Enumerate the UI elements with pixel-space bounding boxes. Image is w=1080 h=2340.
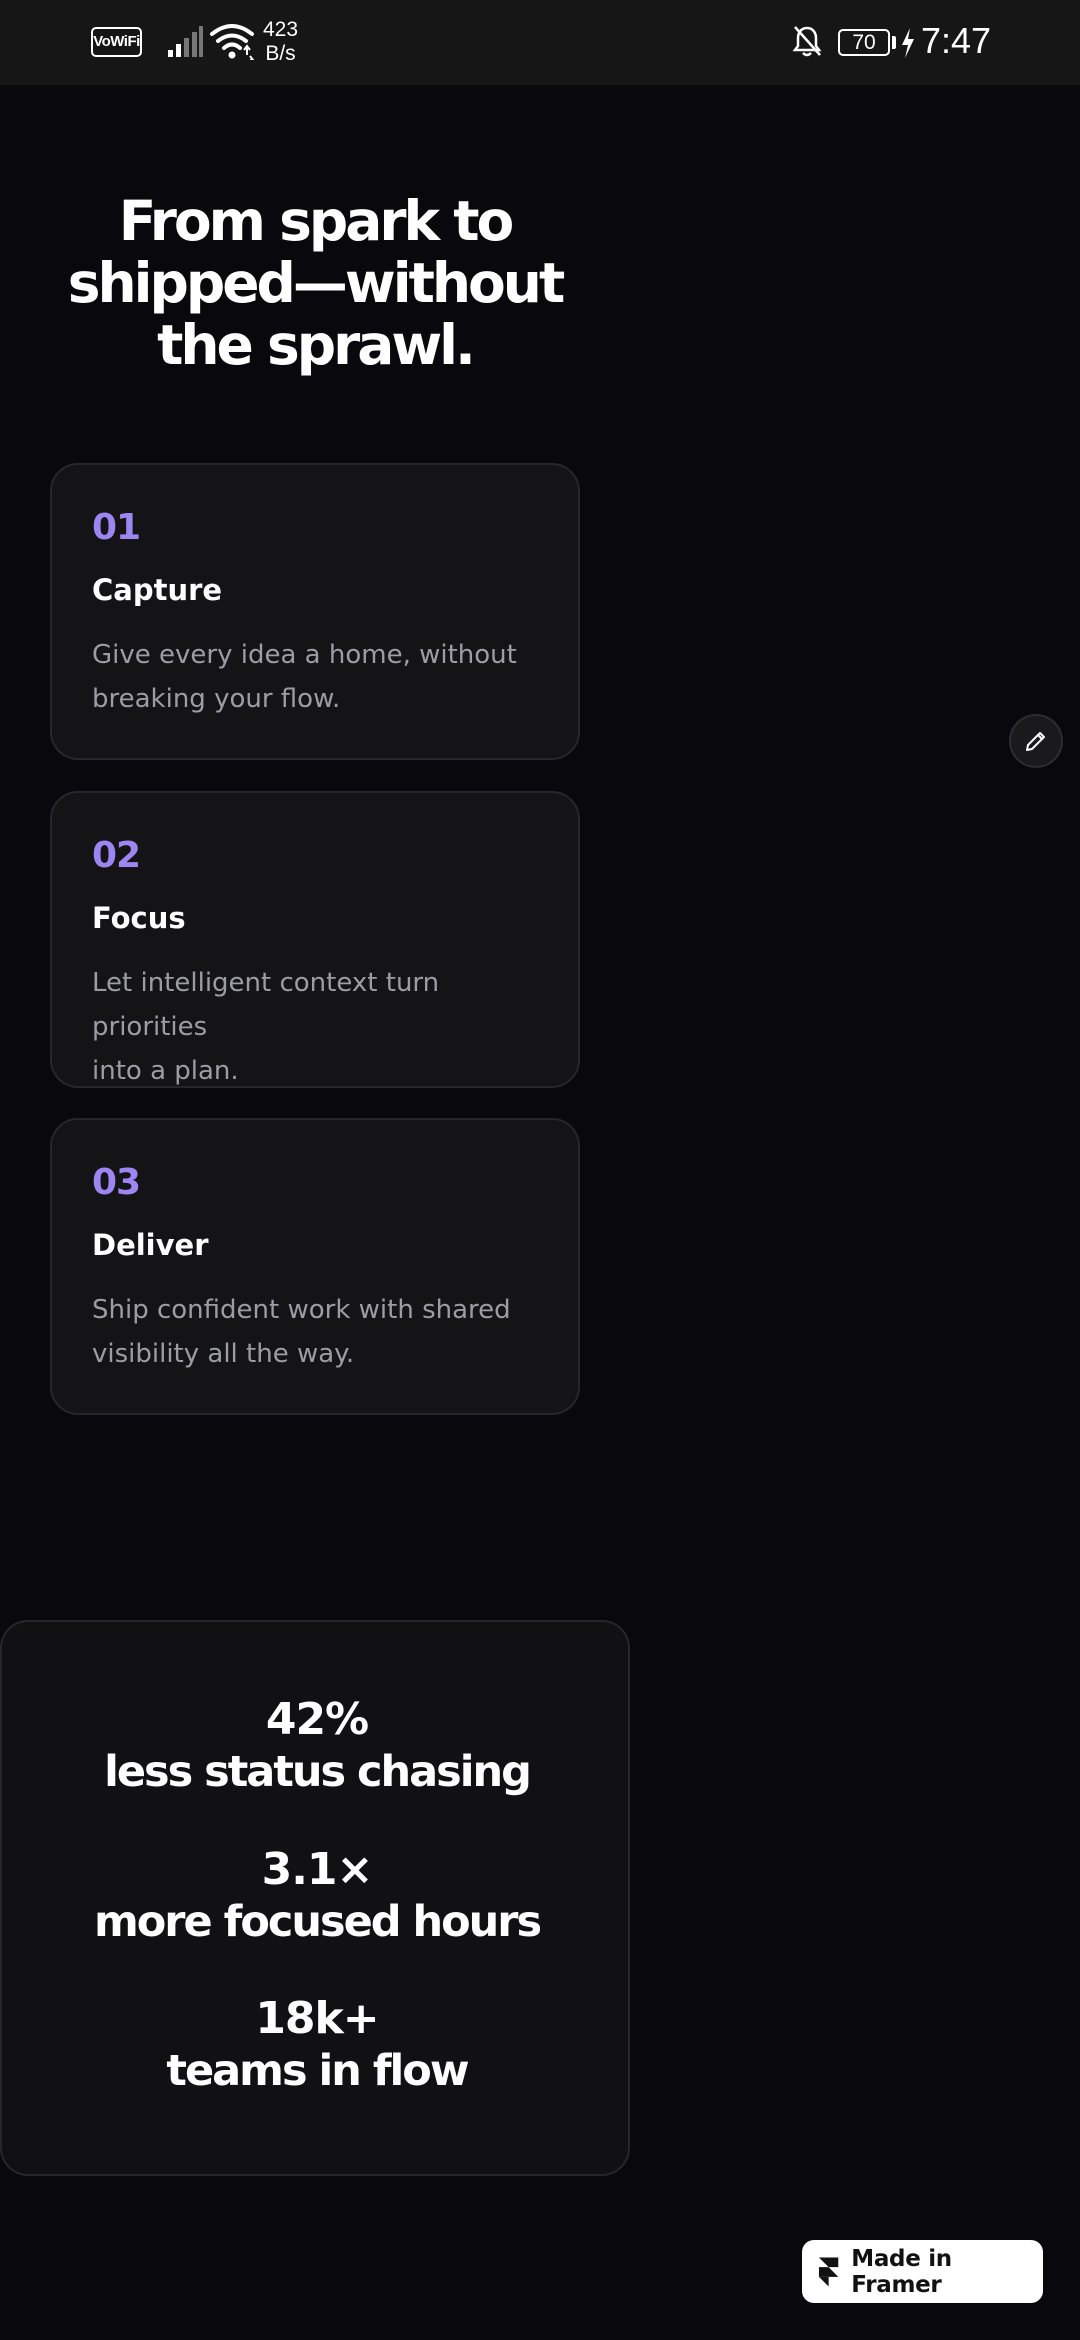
step-title: Capture: [92, 573, 223, 607]
stat-item: 18k+ teams in flow: [2, 1993, 632, 2097]
step-title: Deliver: [92, 1228, 209, 1262]
stat-value: 18k+: [255, 1993, 379, 2044]
network-speed: 423 B/s: [263, 18, 298, 66]
step-description-line: Give every idea a home, without: [92, 640, 517, 670]
step-number: 01: [92, 507, 141, 548]
step-number: 02: [92, 835, 141, 876]
bell-off-icon: [792, 26, 822, 57]
step-description: Let intelligent context turn priorities …: [92, 961, 552, 1093]
network-speed-value: 423: [263, 18, 299, 41]
step-description: Give every idea a home, without breaking…: [92, 633, 552, 721]
headline-line: shipped—without: [67, 251, 566, 315]
stat-label: less status chasing: [104, 1747, 532, 1797]
step-description-line: Ship confident work with shared: [92, 1295, 511, 1325]
step-title: Focus: [92, 901, 186, 935]
step-description: Ship confident work with shared visibili…: [92, 1288, 552, 1376]
stat-item: 3.1× more focused hours: [2, 1844, 632, 1948]
step-card-focus: 02 Focus Let intelligent context turn pr…: [50, 791, 580, 1088]
stats-panel: 42% less status chasing 3.1× more focuse…: [0, 1620, 630, 2176]
status-bar: VoWiFi 423 B/s 70 7:47: [0, 0, 1080, 85]
wifi-icon: [210, 24, 254, 60]
edit-button[interactable]: [1009, 714, 1063, 768]
stat-value: 42%: [265, 1694, 369, 1745]
step-description-line: visibility all the way.: [92, 1339, 355, 1369]
battery-icon: 70: [838, 29, 890, 56]
vowifi-badge: VoWiFi: [91, 27, 142, 57]
step-description-line: into a plan.: [92, 1056, 239, 1086]
headline-line: From spark to: [118, 189, 515, 253]
stat-value: 3.1×: [261, 1844, 374, 1895]
stat-item: 42% less status chasing: [2, 1694, 632, 1798]
step-description-line: breaking your flow.: [92, 684, 341, 714]
hero-headline: From spark to shipped—without the sprawl…: [50, 190, 580, 376]
pencil-icon: [1026, 732, 1045, 751]
step-card-capture: 01 Capture Give every idea a home, witho…: [50, 463, 580, 760]
signal-icon: [168, 26, 203, 57]
framer-logo-icon: [818, 2257, 839, 2286]
headline-line: the sprawl.: [157, 313, 476, 377]
clock: 7:47: [921, 20, 992, 61]
charging-bolt-icon: [902, 28, 914, 58]
made-in-framer-label: Made in Framer: [851, 2245, 952, 2298]
stat-label: teams in flow: [166, 2046, 469, 2096]
network-speed-unit: B/s: [265, 42, 296, 65]
step-card-deliver: 03 Deliver Ship confident work with shar…: [50, 1118, 580, 1415]
step-number: 03: [92, 1162, 141, 1203]
made-in-framer-badge[interactable]: Made in Framer: [802, 2240, 1043, 2303]
stat-label: more focused hours: [93, 1897, 542, 1947]
battery-tip: [892, 36, 896, 49]
step-description-line: Let intelligent context turn priorities: [92, 968, 440, 1042]
